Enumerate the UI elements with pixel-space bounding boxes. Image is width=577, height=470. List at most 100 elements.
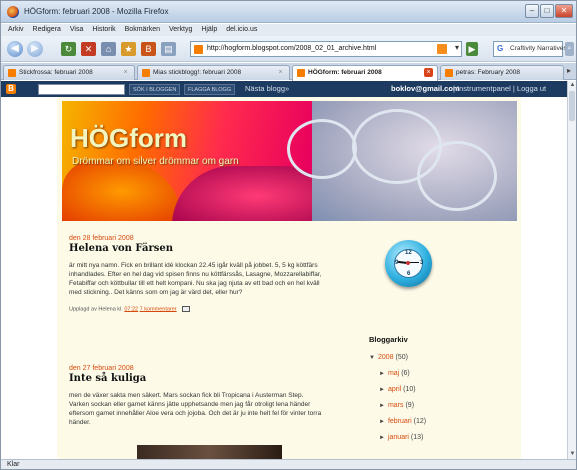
archive-month-label[interactable]: februari	[388, 418, 412, 425]
post-date: den 27 februari 2008	[69, 365, 134, 372]
blog-title: HÖGform	[70, 123, 187, 153]
page-viewport: B SÖK I BLOGGEN FLAGGA BLOGG Nästa blogg…	[1, 81, 567, 459]
tab-favicon	[8, 69, 16, 77]
archive-month-count: (13)	[410, 434, 424, 441]
archive-year[interactable]: ▼ 2008 (50)	[369, 354, 519, 361]
chevron-down-icon[interactable]: ▾	[455, 43, 459, 52]
search-box[interactable]: G Craftivity Narratives	[493, 41, 567, 57]
menu-redigera[interactable]: Redigera	[33, 24, 61, 36]
go-arrow-icon: ▶	[468, 44, 476, 54]
blog-post: den 28 februari 2008 Helena von Färsen ä…	[69, 235, 324, 312]
tab-close-icon[interactable]: ×	[121, 68, 130, 77]
bookmark-toolbar-button[interactable]: ★	[121, 42, 136, 56]
print-button[interactable]: ▤	[161, 42, 176, 56]
blogger-icon: B	[145, 44, 152, 54]
vertical-scrollbar[interactable]: ▲ ▼	[567, 81, 576, 459]
tab-list-icon[interactable]: ▸	[567, 66, 571, 75]
stop-button[interactable]: ✕	[81, 42, 96, 56]
user-email: boklov@gmail.com	[391, 84, 460, 93]
go-button[interactable]: ▶	[466, 42, 478, 56]
archive-month-label[interactable]: januari	[388, 434, 409, 441]
post-title[interactable]: Inte så kuliga	[69, 373, 324, 384]
archive-month-label[interactable]: mars	[388, 402, 404, 409]
search-engine-label: Craftivity Narratives	[510, 45, 567, 52]
tab-favicon	[297, 69, 305, 77]
menu-historik[interactable]: Historik	[92, 24, 115, 36]
search-blog-button[interactable]: SÖK I BLOGGEN	[129, 84, 181, 95]
archive-month-count: (9)	[405, 402, 415, 409]
next-blog-link[interactable]: Nästa blogg»	[245, 84, 289, 93]
post-time-link[interactable]: 07:22	[124, 306, 138, 312]
menu-arkiv[interactable]: Arkiv	[8, 24, 24, 36]
back-button[interactable]: ◀	[7, 41, 23, 57]
minimize-button[interactable]: –	[525, 4, 539, 18]
blogger-logo[interactable]: B	[6, 84, 16, 94]
tab-stickfrossa[interactable]: Stickfrossa: februari 2008 ×	[3, 65, 135, 80]
menu-hjalp[interactable]: Hjälp	[201, 24, 217, 36]
forward-button[interactable]: ▶	[27, 41, 43, 57]
search-go-button[interactable]: ⌕	[565, 42, 574, 56]
blog-search-input[interactable]	[38, 84, 125, 95]
archive-month-label[interactable]: maj	[388, 370, 399, 377]
archive-month-label[interactable]: april	[388, 386, 401, 393]
blogger-toolbar-button[interactable]: B	[141, 42, 156, 56]
blogger-navbar: B SÖK I BLOGGEN FLAGGA BLOGG Nästa blogg…	[1, 81, 567, 97]
tab-close-icon[interactable]: ×	[424, 68, 433, 77]
blog-page: HÖGform Drömmar om silver drömmar om gar…	[57, 97, 521, 459]
maximize-button[interactable]: □	[540, 4, 554, 18]
archive-year-label[interactable]: 2008	[378, 354, 394, 361]
post-title[interactable]: Helena von Färsen	[69, 243, 324, 254]
scroll-up-icon[interactable]: ▲	[568, 81, 576, 90]
wire-loop-icon	[417, 141, 497, 211]
reload-button[interactable]: ↻	[61, 42, 76, 56]
menu-verktyg[interactable]: Verktyg	[169, 24, 192, 36]
dashboard-logout-links[interactable]: | Instrumentpanel | Logga ut	[453, 84, 546, 93]
browser-window: HÖGform: februari 2008 - Mozilla Firefox…	[0, 0, 577, 470]
archive-month-april[interactable]: ► april (10)	[379, 386, 519, 393]
archive-month-mars[interactable]: ► mars (9)	[379, 402, 519, 409]
blog-header-banner[interactable]: HÖGform Drömmar om silver drömmar om gar…	[62, 101, 517, 221]
archive-heading: Bloggarkiv	[369, 335, 408, 344]
triangle-down-icon[interactable]: ▼	[369, 355, 375, 361]
status-bar: Klar	[1, 459, 576, 469]
post-comments-link[interactable]: 7 kommentarer	[140, 306, 177, 312]
post-body: är mitt nya namn. Fick en brillant idé k…	[69, 262, 322, 296]
blog-post: den 27 februari 2008 Inte så kuliga men …	[69, 365, 324, 427]
rss-feed-icon[interactable]	[437, 44, 447, 54]
home-button[interactable]: ⌂	[101, 42, 116, 56]
forward-arrow-icon: ▶	[31, 43, 39, 54]
email-post-icon[interactable]	[182, 306, 191, 312]
close-button[interactable]: ✕	[555, 4, 573, 18]
scrollbar-thumb[interactable]	[569, 91, 575, 121]
wire-loop-icon	[287, 119, 357, 179]
menu-delicious[interactable]: del.icio.us	[226, 24, 257, 36]
tab-close-icon[interactable]: ×	[276, 68, 285, 77]
archive-month-februari[interactable]: ► februari (12)	[379, 418, 519, 425]
post-date: den 28 februari 2008	[69, 235, 134, 242]
post-footer: Upplagd av Helena kl. 07:22 7 kommentare…	[69, 306, 324, 312]
tab-mias-stickblogg[interactable]: Mias stickblogg!: februari 2008 ×	[137, 65, 290, 80]
menu-visa[interactable]: Visa	[70, 24, 84, 36]
menu-bokmarken[interactable]: Bokmärken	[125, 24, 160, 36]
status-text: Klar	[7, 461, 20, 468]
scroll-down-icon[interactable]: ▼	[568, 450, 576, 459]
clock-number-3: 3	[420, 260, 424, 266]
title-bar: HÖGform: februari 2008 - Mozilla Firefox…	[1, 1, 576, 23]
magnifier-icon: ⌕	[567, 45, 572, 52]
triangle-right-icon[interactable]: ►	[379, 387, 385, 393]
flag-blog-button[interactable]: FLAGGA BLOGG	[184, 84, 236, 95]
address-bar[interactable]: http://hogform.blogspot.com/2008_02_01_a…	[190, 41, 462, 57]
archive-month-maj[interactable]: ► maj (6)	[379, 370, 519, 377]
post-image[interactable]	[137, 445, 282, 459]
triangle-right-icon[interactable]: ►	[379, 435, 385, 441]
clock-number-6: 6	[407, 271, 411, 277]
search-engine-icon: G	[497, 44, 504, 53]
triangle-right-icon[interactable]: ►	[379, 419, 385, 425]
triangle-right-icon[interactable]: ►	[379, 403, 385, 409]
tab-petras[interactable]: petras: February 2008	[440, 65, 564, 80]
archive-month-januari[interactable]: ► januari (13)	[379, 434, 519, 441]
tab-hogform[interactable]: HÖGform: februari 2008 ×	[292, 65, 438, 81]
triangle-right-icon[interactable]: ►	[379, 371, 385, 377]
tab-label: Mias stickblogg!: februari 2008	[153, 69, 242, 76]
tab-favicon	[445, 69, 453, 77]
